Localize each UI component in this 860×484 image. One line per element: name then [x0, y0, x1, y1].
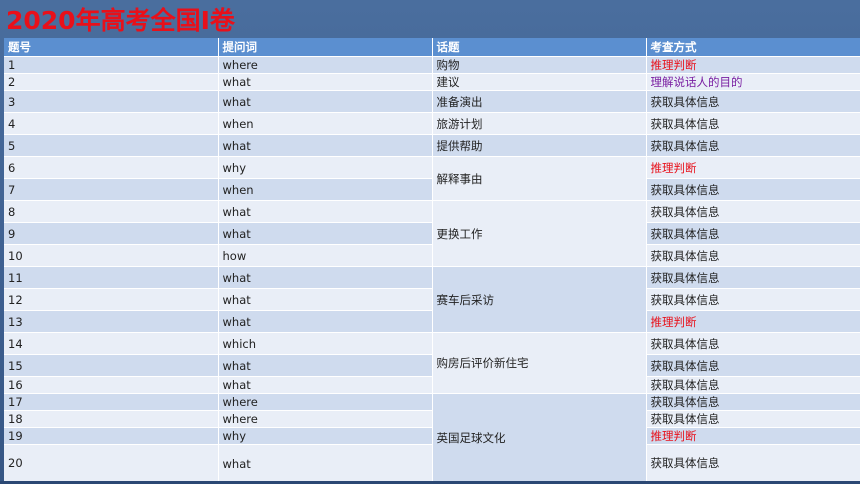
test-method: 获取具体信息 — [646, 288, 860, 311]
topic-cell: 赛车后采访 — [432, 266, 647, 333]
question-word: what — [218, 310, 433, 333]
question-word: which — [218, 332, 433, 355]
question-number: 13 — [4, 310, 219, 333]
topic-cell: 购物 — [432, 56, 647, 74]
question-word: where — [218, 56, 433, 74]
question-word: what — [218, 288, 433, 311]
header-question-number: 题号 — [4, 38, 219, 57]
table-row: 11 what 赛车后采访 获取具体信息 — [4, 266, 860, 333]
table-row: 5 what 提供帮助 获取具体信息 — [4, 134, 860, 157]
question-number: 12 — [4, 288, 219, 311]
test-method: 获取具体信息 — [646, 332, 860, 355]
test-method: 获取具体信息 — [646, 222, 860, 245]
question-word: what — [218, 354, 433, 377]
question-number: 10 — [4, 244, 219, 267]
question-number: 3 — [4, 90, 219, 113]
question-word: where — [218, 410, 433, 428]
test-method: 获取具体信息 — [646, 393, 860, 411]
question-word: how — [218, 244, 433, 267]
question-number: 6 — [4, 156, 219, 179]
test-method: 理解说话人的目的 — [646, 73, 860, 91]
question-number: 11 — [4, 266, 219, 289]
topic-cell: 旅游计划 — [432, 112, 647, 135]
question-number: 20 — [4, 444, 219, 482]
topic-cell: 提供帮助 — [432, 134, 647, 157]
test-method: 获取具体信息 — [646, 266, 860, 289]
header-test-method: 考查方式 — [646, 38, 860, 57]
question-number: 16 — [4, 376, 219, 394]
question-number: 7 — [4, 178, 219, 201]
table-row: 14 which 购房后评价新住宅 获取具体信息 — [4, 332, 860, 394]
question-number: 5 — [4, 134, 219, 157]
topic-cell: 解释事由 — [432, 156, 647, 201]
table-row: 6 why 解释事由 推理判断 — [4, 156, 860, 201]
question-word: why — [218, 156, 433, 179]
test-method: 获取具体信息 — [646, 112, 860, 135]
question-word: what — [218, 134, 433, 157]
slide: 2020年高考全国I卷 题号 提问词 话题 考查方式 1 where 购物 推理… — [0, 0, 860, 484]
question-word: what — [218, 200, 433, 223]
table-row: 4 when 旅游计划 获取具体信息 — [4, 112, 860, 135]
test-method: 推理判断 — [646, 156, 860, 179]
question-number: 14 — [4, 332, 219, 355]
question-number: 4 — [4, 112, 219, 135]
question-word: what — [218, 444, 433, 482]
question-word: what — [218, 73, 433, 91]
test-method: 推理判断 — [646, 56, 860, 74]
table-row: 3 what 准备演出 获取具体信息 — [4, 90, 860, 113]
topic-cell: 英国足球文化 — [432, 393, 647, 482]
question-number: 1 — [4, 56, 219, 74]
question-word: where — [218, 393, 433, 411]
test-method: 获取具体信息 — [646, 134, 860, 157]
question-number: 19 — [4, 427, 219, 445]
question-word: what — [218, 90, 433, 113]
topic-cell: 建议 — [432, 73, 647, 91]
test-method: 推理判断 — [646, 427, 860, 445]
question-number: 2 — [4, 73, 219, 91]
question-word: what — [218, 266, 433, 289]
table-header-row: 题号 提问词 话题 考查方式 — [4, 38, 860, 57]
question-number: 15 — [4, 354, 219, 377]
header-question-word: 提问词 — [218, 38, 433, 57]
question-word: when — [218, 178, 433, 201]
test-method: 获取具体信息 — [646, 354, 860, 377]
question-analysis-table: 题号 提问词 话题 考查方式 1 where 购物 推理判断 2 what 建议… — [4, 38, 860, 482]
test-method: 获取具体信息 — [646, 444, 860, 482]
test-method: 获取具体信息 — [646, 376, 860, 394]
question-number: 8 — [4, 200, 219, 223]
question-word: what — [218, 222, 433, 245]
header-topic: 话题 — [432, 38, 647, 57]
slide-title: 2020年高考全国I卷 — [6, 6, 235, 35]
table-row: 8 what 更换工作 获取具体信息 — [4, 200, 860, 267]
question-number: 17 — [4, 393, 219, 411]
topic-cell: 更换工作 — [432, 200, 647, 267]
question-word: what — [218, 376, 433, 394]
test-method: 获取具体信息 — [646, 200, 860, 223]
test-method: 获取具体信息 — [646, 410, 860, 428]
question-number: 18 — [4, 410, 219, 428]
question-word: why — [218, 427, 433, 445]
test-method: 推理判断 — [646, 310, 860, 333]
question-word: when — [218, 112, 433, 135]
test-method: 获取具体信息 — [646, 178, 860, 201]
topic-cell: 购房后评价新住宅 — [432, 332, 647, 394]
test-method: 获取具体信息 — [646, 90, 860, 113]
topic-cell: 准备演出 — [432, 90, 647, 113]
test-method: 获取具体信息 — [646, 244, 860, 267]
table-row: 1 where 购物 推理判断 — [4, 56, 860, 74]
table-row: 17 where 英国足球文化 获取具体信息 — [4, 393, 860, 482]
table-row: 2 what 建议 理解说话人的目的 — [4, 73, 860, 91]
question-number: 9 — [4, 222, 219, 245]
